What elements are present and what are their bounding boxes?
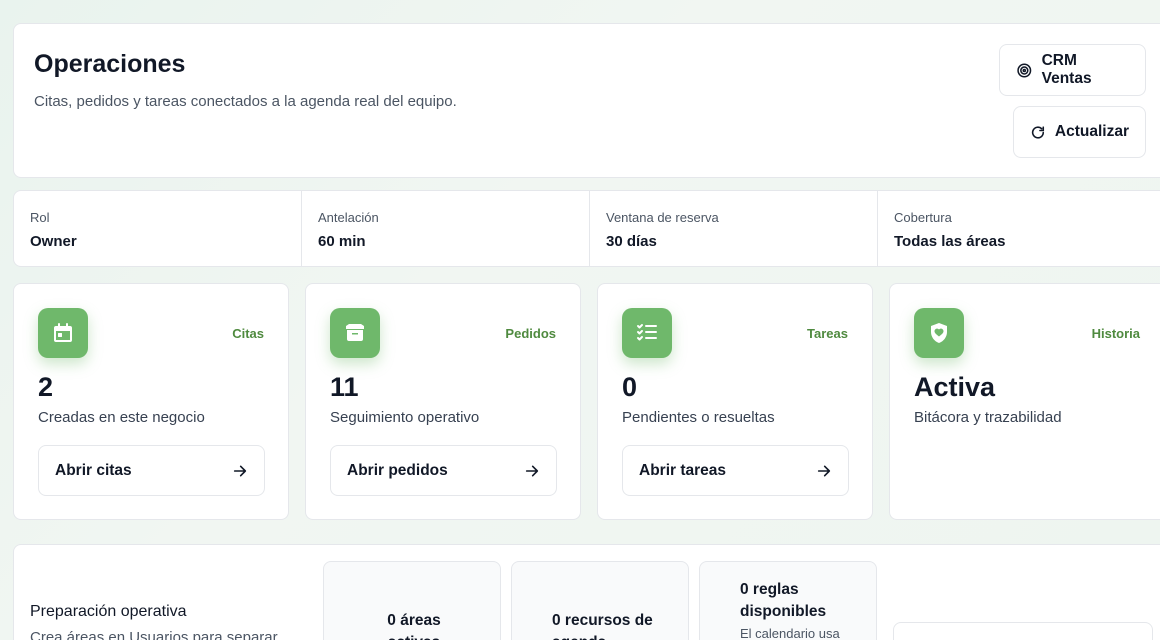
- open-tareas-label: Abrir tareas: [639, 461, 727, 479]
- stat-label: Cobertura: [894, 210, 952, 225]
- prep-title: Preparación operativa: [30, 603, 187, 620]
- box-icon: [330, 308, 380, 358]
- stat-value: 60 min: [318, 233, 366, 250]
- prep-action-box[interactable]: [893, 622, 1153, 640]
- module-tag: Historia: [1091, 326, 1140, 341]
- arrow-right-icon: [233, 465, 247, 476]
- arrow-right-icon: [525, 465, 539, 476]
- prep-panel: Preparación operativa Crea áreas en Usua…: [13, 544, 1160, 640]
- open-pedidos-label: Abrir pedidos: [347, 461, 448, 479]
- module-count: 0: [622, 372, 638, 402]
- crm-ventas-button[interactable]: CRM Ventas: [999, 44, 1146, 96]
- module-count: 2: [38, 372, 54, 402]
- open-citas-button[interactable]: Abrir citas: [38, 445, 265, 496]
- refresh-label: Actualizar: [1054, 123, 1129, 140]
- module-tag: Tareas: [807, 326, 848, 341]
- stat-rol: Rol Owner: [14, 191, 302, 266]
- crm-ventas-label: CRM Ventas: [1041, 52, 1092, 87]
- arrow-right-icon: [817, 465, 831, 476]
- refresh-icon: [1031, 125, 1045, 139]
- prep-description: Crea áreas en Usuarios para separar: [30, 629, 278, 640]
- module-count: Activa: [914, 372, 996, 402]
- module-card-citas: Citas 2 Creadas en este negocio Abrir ci…: [13, 283, 289, 520]
- module-description: Creadas en este negocio: [38, 409, 205, 426]
- prep-item-recursos: 0 recursos de agenda: [511, 561, 689, 640]
- stat-antelacion: Antelación 60 min: [302, 191, 590, 266]
- stat-value: Todas las áreas: [894, 233, 1006, 250]
- target-icon: [1017, 63, 1032, 77]
- open-tareas-button[interactable]: Abrir tareas: [622, 445, 849, 496]
- settings-summary: Rol Owner Antelación 60 min Ventana de r…: [13, 190, 1160, 267]
- module-description: Bitácora y trazabilidad: [914, 409, 1062, 426]
- stat-value: Owner: [30, 233, 77, 250]
- module-tag: Citas: [232, 326, 264, 341]
- stat-label: Rol: [30, 210, 50, 225]
- calendar-icon: [38, 308, 88, 358]
- prep-item-title: 0 áreas activas: [387, 612, 441, 640]
- stat-ventana-reserva: Ventana de reserva 30 días: [590, 191, 878, 266]
- prep-item-reglas: 0 reglas disponibles El calendario usa: [699, 561, 877, 640]
- module-tag: Pedidos: [505, 326, 556, 341]
- prep-item-title: 0 reglas disponibles: [740, 581, 827, 620]
- module-card-historia: Historia Activa Bitácora y trazabilidad: [889, 283, 1160, 520]
- page-header: Operaciones Citas, pedidos y tareas cone…: [13, 23, 1160, 178]
- module-description: Seguimiento operativo: [330, 409, 480, 426]
- module-card-tareas: Tareas 0 Pendientes o resueltas Abrir ta…: [597, 283, 873, 520]
- page-subtitle: Citas, pedidos y tareas conectados a la …: [34, 93, 457, 110]
- prep-item-areas: 0 áreas activas: [323, 561, 501, 640]
- refresh-button[interactable]: Actualizar: [1013, 106, 1146, 158]
- stat-value: 30 días: [606, 233, 657, 250]
- prep-item-title: 0 recursos de agenda: [552, 612, 653, 640]
- module-count: 11: [330, 372, 359, 402]
- checklist-icon: [622, 308, 672, 358]
- page-title: Operaciones: [34, 50, 186, 78]
- open-citas-label: Abrir citas: [55, 461, 132, 479]
- module-description: Pendientes o resueltas: [622, 409, 775, 426]
- stat-cobertura: Cobertura Todas las áreas: [878, 191, 1160, 266]
- module-card-pedidos: Pedidos 11 Seguimiento operativo Abrir p…: [305, 283, 581, 520]
- stat-label: Ventana de reserva: [606, 210, 719, 225]
- prep-item-subtitle: El calendario usa: [740, 626, 840, 640]
- stat-label: Antelación: [318, 210, 379, 225]
- shield-icon: [914, 308, 964, 358]
- open-pedidos-button[interactable]: Abrir pedidos: [330, 445, 557, 496]
